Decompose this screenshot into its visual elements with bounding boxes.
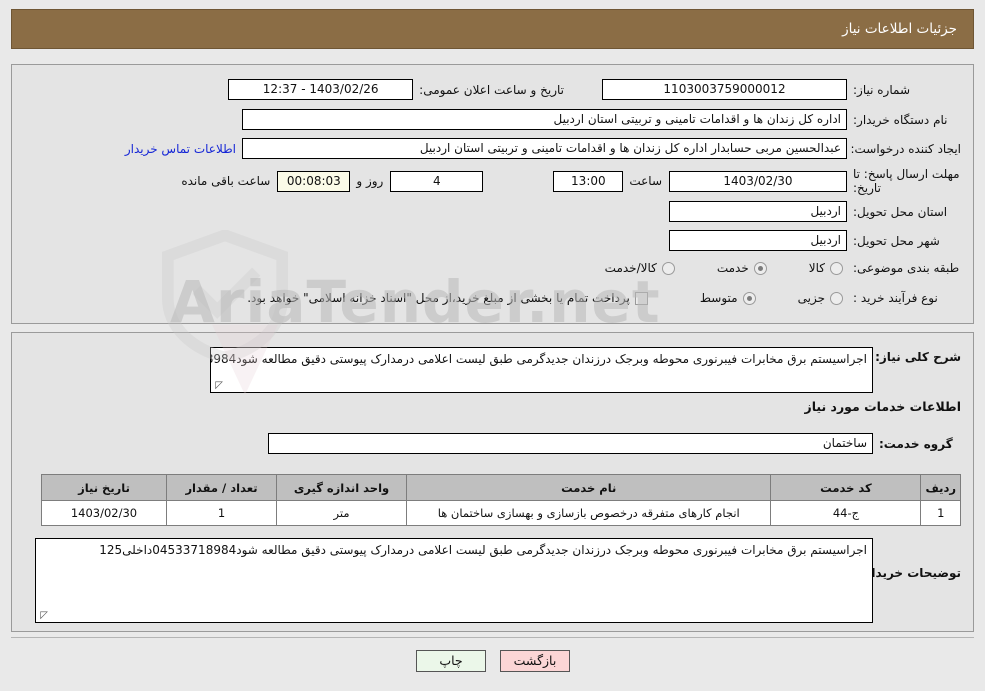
province-label: استان محل تحویل: bbox=[853, 204, 948, 219]
category-option-kala[interactable]: کالا bbox=[809, 261, 843, 275]
radio-motevaset-icon[interactable] bbox=[742, 291, 756, 305]
category-option-khedmat-label: خدمت bbox=[716, 261, 749, 275]
process-type-label: نوع فرآیند خرید : bbox=[853, 291, 938, 305]
table-row: 1 ج-44 انجام کارهای متفرقه درخصوص بازساز… bbox=[41, 500, 961, 526]
back-button[interactable]: بازگشت bbox=[500, 650, 570, 672]
service-group-label: گروه خدمت: bbox=[879, 436, 953, 451]
footer-divider bbox=[11, 637, 974, 638]
services-heading: اطلاعات خدمات مورد نیاز bbox=[804, 399, 962, 414]
announcement-label: تاریخ و ساعت اعلان عمومی: bbox=[419, 82, 564, 97]
province-value: اردبیل bbox=[669, 201, 847, 222]
city-row: شهر محل تحویل: اردبیل bbox=[669, 230, 961, 251]
summary-text: اجراسیستم برق مخابرات فیبرنوری محوطه وبر… bbox=[211, 352, 867, 366]
radio-kala-icon[interactable] bbox=[830, 261, 843, 275]
announcement-value: 1403/02/26 - 12:37 bbox=[228, 79, 414, 100]
summary-textarea[interactable]: اجراسیستم برق مخابرات فیبرنوری محوطه وبر… bbox=[210, 347, 873, 393]
hour-label: ساعت bbox=[629, 174, 662, 188]
category-label: طبقه بندی موضوعی: bbox=[853, 261, 960, 275]
cell-service-name: انجام کارهای متفرقه درخصوص بازسازی و بهس… bbox=[405, 500, 772, 526]
cell-need-date: 1403/02/30 bbox=[41, 500, 167, 526]
summary-label: شرح کلی نیاز: bbox=[875, 350, 961, 364]
deadline-row: مهلت ارسال پاسخ: تا تاریخ: 1403/02/30 سا… bbox=[181, 167, 961, 195]
col-quantity: تعداد / مقدار bbox=[166, 474, 277, 501]
col-unit: واحد اندازه گیری bbox=[276, 474, 407, 501]
page-root: AriaTender.net جزئیات اطلاعات نیاز شماره… bbox=[0, 0, 985, 691]
page-title: جزئیات اطلاعات نیاز bbox=[842, 21, 957, 37]
table-header-row: ردیف کد خدمت نام خدمت واحد اندازه گیری ت… bbox=[41, 474, 961, 501]
radio-kala-khedmat-icon[interactable] bbox=[661, 261, 675, 275]
print-button[interactable]: چاپ bbox=[416, 650, 486, 672]
treasury-checkbox[interactable] bbox=[634, 291, 648, 305]
process-option-jozi[interactable]: جزیی bbox=[798, 291, 843, 305]
buyer-contact-link[interactable]: اطلاعات تماس خریدار bbox=[125, 142, 236, 156]
resize-grip-notes-icon[interactable]: ◸ bbox=[38, 611, 48, 621]
col-service-name: نام خدمت bbox=[405, 474, 772, 501]
category-option-kala-label: کالا bbox=[808, 261, 825, 275]
buyer-org-value: اداره کل زندان ها و اقدامات تامینی و ترب… bbox=[242, 109, 847, 130]
process-option-jozi-label: جزیی bbox=[797, 291, 825, 305]
process-option-motevaset-label: متوسط bbox=[699, 291, 738, 305]
creator-row: ایجاد کننده درخواست: عبدالحسین مربی حساب… bbox=[125, 138, 961, 159]
creator-label: ایجاد کننده درخواست: bbox=[850, 141, 961, 156]
deadline-time-value: 13:00 bbox=[553, 170, 624, 192]
service-group-row: گروه خدمت: ساختمان bbox=[268, 433, 961, 454]
creator-value: عبدالحسین مربی حسابدار اداره کل زندان ها… bbox=[242, 138, 847, 159]
need-number-label: شماره نیاز: bbox=[853, 82, 910, 97]
remaining-suffix-label: ساعت باقی مانده bbox=[181, 174, 271, 188]
time-left-value: 00:08:03 bbox=[277, 170, 351, 192]
col-service-code: کد خدمت bbox=[770, 474, 922, 501]
cell-unit: متر bbox=[276, 500, 407, 526]
process-option-motevaset[interactable]: متوسط bbox=[700, 291, 756, 305]
process-type-row: نوع فرآیند خرید : جزیی متوسط پرداخت تمام… bbox=[247, 291, 961, 305]
resize-grip-icon[interactable]: ◸ bbox=[213, 381, 223, 391]
buyer-org-row: نام دستگاه خریدار: اداره کل زندان ها و ا… bbox=[242, 109, 961, 130]
need-number-value: 1103003759000012 bbox=[602, 79, 847, 100]
services-table: ردیف کد خدمت نام خدمت واحد اندازه گیری ت… bbox=[41, 474, 961, 526]
city-value: اردبیل bbox=[669, 230, 847, 251]
buyer-org-label: نام دستگاه خریدار: bbox=[853, 112, 948, 127]
service-group-value: ساختمان bbox=[268, 433, 873, 454]
cell-index: 1 bbox=[920, 500, 961, 526]
days-left-value: 4 bbox=[390, 170, 484, 192]
summary-row: شرح کلی نیاز: اجراسیستم برق مخابرات فیبر… bbox=[210, 347, 961, 393]
need-details-panel: شماره نیاز: 1103003759000012 تاریخ و ساع… bbox=[11, 64, 974, 324]
page-header: جزئیات اطلاعات نیاز bbox=[11, 9, 974, 49]
need-number-row: شماره نیاز: 1103003759000012 تاریخ و ساع… bbox=[228, 79, 961, 100]
deadline-date-value: 1403/02/30 bbox=[669, 170, 847, 192]
services-heading-row: اطلاعات خدمات مورد نیاز bbox=[805, 399, 962, 414]
category-option-kala-khedmat-label: کالا/خدمت bbox=[604, 261, 657, 275]
radio-khedmat-icon[interactable] bbox=[753, 261, 767, 275]
buyer-notes-row: توضیحات خریدار: اجراسیستم برق مخابرات فی… bbox=[35, 538, 961, 623]
treasury-checkbox-group[interactable]: پرداخت تمام یا بخشی از مبلغ خرید،از محل … bbox=[247, 291, 648, 305]
cell-quantity: 1 bbox=[166, 500, 277, 526]
category-row: طبقه بندی موضوعی: کالا خدمت کالا/خدمت bbox=[605, 261, 961, 275]
treasury-checkbox-label: پرداخت تمام یا بخشی از مبلغ خرید،از محل … bbox=[247, 291, 630, 305]
col-need-date: تاریخ نیاز bbox=[41, 474, 167, 501]
province-row: استان محل تحویل: اردبیل bbox=[669, 201, 961, 222]
services-panel: شرح کلی نیاز: اجراسیستم برق مخابرات فیبر… bbox=[11, 332, 974, 632]
category-option-kala-khedmat[interactable]: کالا/خدمت bbox=[605, 261, 675, 275]
city-label: شهر محل تحویل: bbox=[853, 233, 940, 248]
footer-actions: بازگشت چاپ bbox=[416, 650, 570, 672]
category-option-khedmat[interactable]: خدمت bbox=[717, 261, 767, 275]
col-index: ردیف bbox=[920, 474, 961, 501]
radio-jozi-icon[interactable] bbox=[830, 291, 843, 305]
buyer-notes-text: اجراسیستم برق مخابرات فیبرنوری محوطه وبر… bbox=[99, 543, 867, 557]
cell-service-code: ج-44 bbox=[770, 500, 922, 526]
buyer-notes-textarea[interactable]: اجراسیستم برق مخابرات فیبرنوری محوطه وبر… bbox=[35, 538, 873, 623]
deadline-label: مهلت ارسال پاسخ: تا تاریخ: bbox=[853, 167, 960, 195]
buyer-notes-label: توضیحات خریدار: bbox=[859, 566, 961, 580]
days-word-label: روز و bbox=[356, 174, 384, 188]
